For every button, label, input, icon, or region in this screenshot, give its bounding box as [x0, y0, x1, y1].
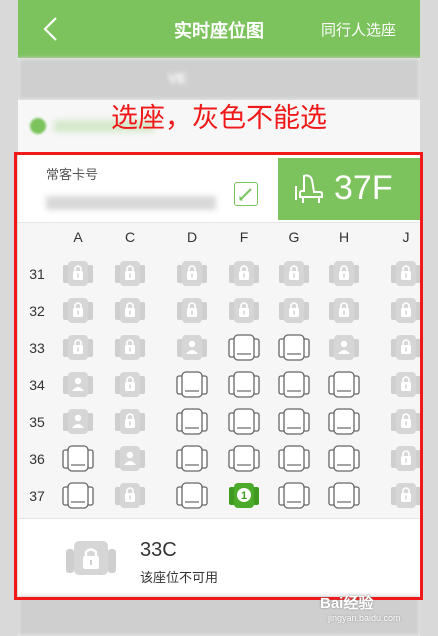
seat-31c[interactable] — [114, 259, 146, 289]
column-label-c: C — [124, 229, 136, 245]
seat-37c[interactable] — [114, 481, 146, 511]
companion-seat-button[interactable]: 同行人选座 — [321, 19, 396, 40]
watermark-brand: Bai经验 — [320, 595, 374, 612]
seat-34g[interactable] — [278, 370, 310, 400]
seat-36h[interactable] — [328, 444, 360, 474]
seat-32a[interactable] — [62, 296, 94, 326]
seat-info-panel: 33C 该座位不可用 — [18, 518, 420, 597]
seat-31g[interactable] — [278, 259, 310, 289]
app-frame: 实时座位图 同行人选座 VE 常客卡号 37F A C D F G H J 31 32 33 34 3… — [18, 0, 420, 636]
column-label-j: J — [402, 229, 410, 245]
seat-35f[interactable] — [228, 407, 260, 437]
seat-32f[interactable] — [228, 296, 260, 326]
row-label-32: 32 — [29, 303, 45, 319]
seat-31h[interactable] — [328, 259, 360, 289]
seat-32j[interactable] — [390, 296, 420, 326]
seat-37h[interactable] — [328, 481, 360, 511]
locked-seat-icon — [66, 541, 116, 575]
seat-32g[interactable] — [278, 296, 310, 326]
column-label-g: G — [288, 229, 300, 245]
svg-text:1: 1 — [241, 490, 247, 502]
seat-selection-card: 常客卡号 37F A C D F G H J 31 32 33 34 35 36 37 1 — [18, 152, 420, 597]
seat-34a[interactable] — [62, 370, 94, 400]
seat-icon — [295, 174, 323, 203]
seat-info-status: 该座位不可用 — [140, 570, 219, 585]
seat-35a[interactable] — [62, 407, 94, 437]
seat-35g[interactable] — [278, 407, 310, 437]
column-label-d: D — [186, 229, 198, 245]
top-bar: 实时座位图 同行人选座 — [18, 0, 420, 58]
row-label-35: 35 — [29, 414, 45, 430]
seat-33j[interactable] — [390, 333, 420, 363]
seat-35c[interactable] — [114, 407, 146, 437]
seat-36g[interactable] — [278, 444, 310, 474]
seat-33h[interactable] — [328, 333, 360, 363]
seat-32d[interactable] — [176, 296, 208, 326]
row-label-31: 31 — [29, 266, 45, 282]
seat-35h[interactable] — [328, 407, 360, 437]
frequent-flyer-label: 常客卡号 — [46, 167, 99, 182]
seat-33d[interactable] — [176, 333, 208, 363]
frequent-flyer-number-blurred — [46, 196, 216, 210]
seat-37g[interactable] — [278, 481, 310, 511]
seat-36a[interactable] — [62, 444, 94, 474]
flight-info-bar: VE — [18, 58, 420, 100]
selected-seat-number: 37F — [334, 169, 393, 207]
edit-pencil-icon[interactable] — [234, 182, 258, 206]
seat-37f[interactable]: 1 — [228, 481, 260, 511]
seat-37a[interactable] — [62, 481, 94, 511]
seat-36c[interactable] — [114, 444, 146, 474]
seat-31f[interactable] — [228, 259, 260, 289]
row-label-33: 33 — [29, 340, 45, 356]
flight-info-text: VE — [168, 70, 187, 86]
seat-37d[interactable] — [176, 481, 208, 511]
seat-36f[interactable] — [228, 444, 260, 474]
seat-37j[interactable] — [390, 481, 420, 511]
seat-35j[interactable] — [390, 407, 420, 437]
seat-33a[interactable] — [62, 333, 94, 363]
seat-34f[interactable] — [228, 370, 260, 400]
seat-36j[interactable] — [390, 444, 420, 474]
seat-info-code: 33C — [140, 539, 177, 561]
seat-31a[interactable] — [62, 259, 94, 289]
seat-31d[interactable] — [176, 259, 208, 289]
column-label-f: F — [239, 229, 249, 245]
column-label-a: A — [73, 229, 83, 245]
seat-map: A C D F G H J 31 32 33 34 35 36 37 1 — [18, 222, 420, 519]
seat-34h[interactable] — [328, 370, 360, 400]
seat-33c[interactable] — [114, 333, 146, 363]
watermark: Bai经验 jingyan.baidu.com — [320, 592, 401, 623]
annotation-text: 选座，灰色不能选 — [111, 103, 327, 133]
seat-33f[interactable] — [228, 333, 260, 363]
seat-34j[interactable] — [390, 370, 420, 400]
row-label-37: 37 — [29, 488, 45, 504]
row-label-36: 36 — [29, 451, 45, 467]
watermark-url: jingyan.baidu.com — [328, 613, 401, 623]
seat-34d[interactable] — [176, 370, 208, 400]
row-label-34: 34 — [29, 377, 45, 393]
column-label-h: H — [338, 229, 350, 245]
seat-34c[interactable] — [114, 370, 146, 400]
selected-seat-box: 37F — [278, 158, 420, 220]
seat-31j[interactable] — [390, 259, 420, 289]
seat-36d[interactable] — [176, 444, 208, 474]
seat-32h[interactable] — [328, 296, 360, 326]
seat-32c[interactable] — [114, 296, 146, 326]
seat-35d[interactable] — [176, 407, 208, 437]
seat-33g[interactable] — [278, 333, 310, 363]
